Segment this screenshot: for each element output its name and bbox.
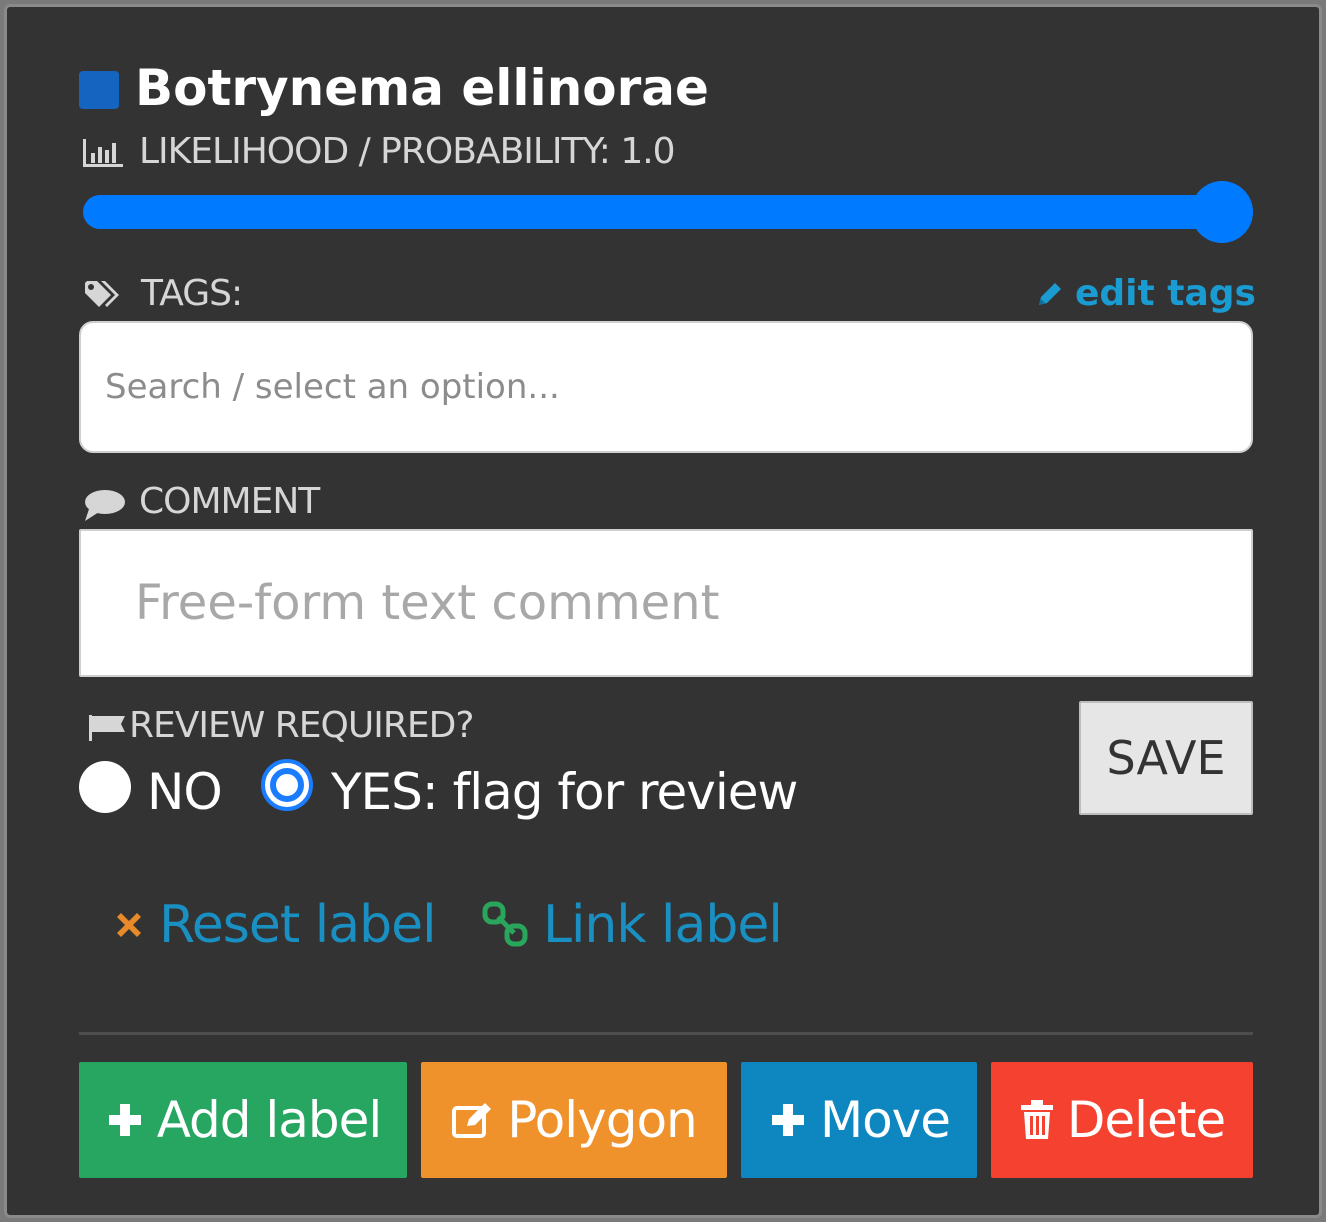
bar-chart-icon <box>83 139 123 167</box>
tags-label: TAGS: <box>141 273 243 314</box>
tags-search-input[interactable] <box>79 321 1253 453</box>
review-yes-label[interactable]: YES: flag for review <box>331 763 798 821</box>
polygon-button[interactable]: Polygon <box>421 1062 727 1178</box>
tags-icon <box>85 281 119 307</box>
link-icon <box>482 901 528 947</box>
reset-label-text: Reset label <box>159 895 437 955</box>
polygon-text: Polygon <box>507 1091 697 1149</box>
comment-label: COMMENT <box>139 481 320 522</box>
speech-bubble-icon <box>85 490 125 521</box>
edit-tags-link[interactable]: edit tags <box>1035 273 1256 314</box>
delete-text: Delete <box>1066 1091 1226 1149</box>
label-title: Botrynema ellinorae <box>135 59 709 117</box>
save-button[interactable]: SAVE <box>1079 701 1253 815</box>
review-yes-radio[interactable] <box>261 759 313 811</box>
edit-tags-label: edit tags <box>1075 273 1256 314</box>
move-button[interactable]: Move <box>741 1062 977 1178</box>
comment-input[interactable] <box>79 529 1253 677</box>
label-panel: Botrynema ellinorae LIKELIHOOD / PROBABI… <box>4 4 1322 1218</box>
likelihood-slider-thumb[interactable] <box>1191 181 1253 243</box>
delete-button[interactable]: Delete <box>991 1062 1253 1178</box>
review-no-radio[interactable] <box>79 761 131 813</box>
reset-label-link[interactable]: Reset label <box>111 895 437 955</box>
trash-icon <box>1020 1100 1053 1139</box>
review-no-label[interactable]: NO <box>147 763 223 821</box>
likelihood-label: LIKELIHOOD / PROBABILITY: 1.0 <box>139 131 676 172</box>
link-label-text: Link label <box>543 895 783 955</box>
add-label-button[interactable]: Add label <box>79 1062 407 1178</box>
plus-icon <box>771 1104 804 1136</box>
add-label-text: Add label <box>156 1091 383 1149</box>
move-text: Move <box>819 1091 951 1149</box>
flag-icon <box>89 715 125 741</box>
edit-icon <box>452 1103 492 1138</box>
label-color-swatch <box>79 71 119 109</box>
pencil-icon <box>1039 282 1061 305</box>
likelihood-slider-track[interactable] <box>83 195 1251 229</box>
plus-icon <box>108 1104 141 1136</box>
link-label-link[interactable]: Link label <box>481 895 783 955</box>
x-icon <box>117 913 141 937</box>
divider <box>79 1032 1253 1035</box>
review-required-label: REVIEW REQUIRED? <box>129 705 474 746</box>
